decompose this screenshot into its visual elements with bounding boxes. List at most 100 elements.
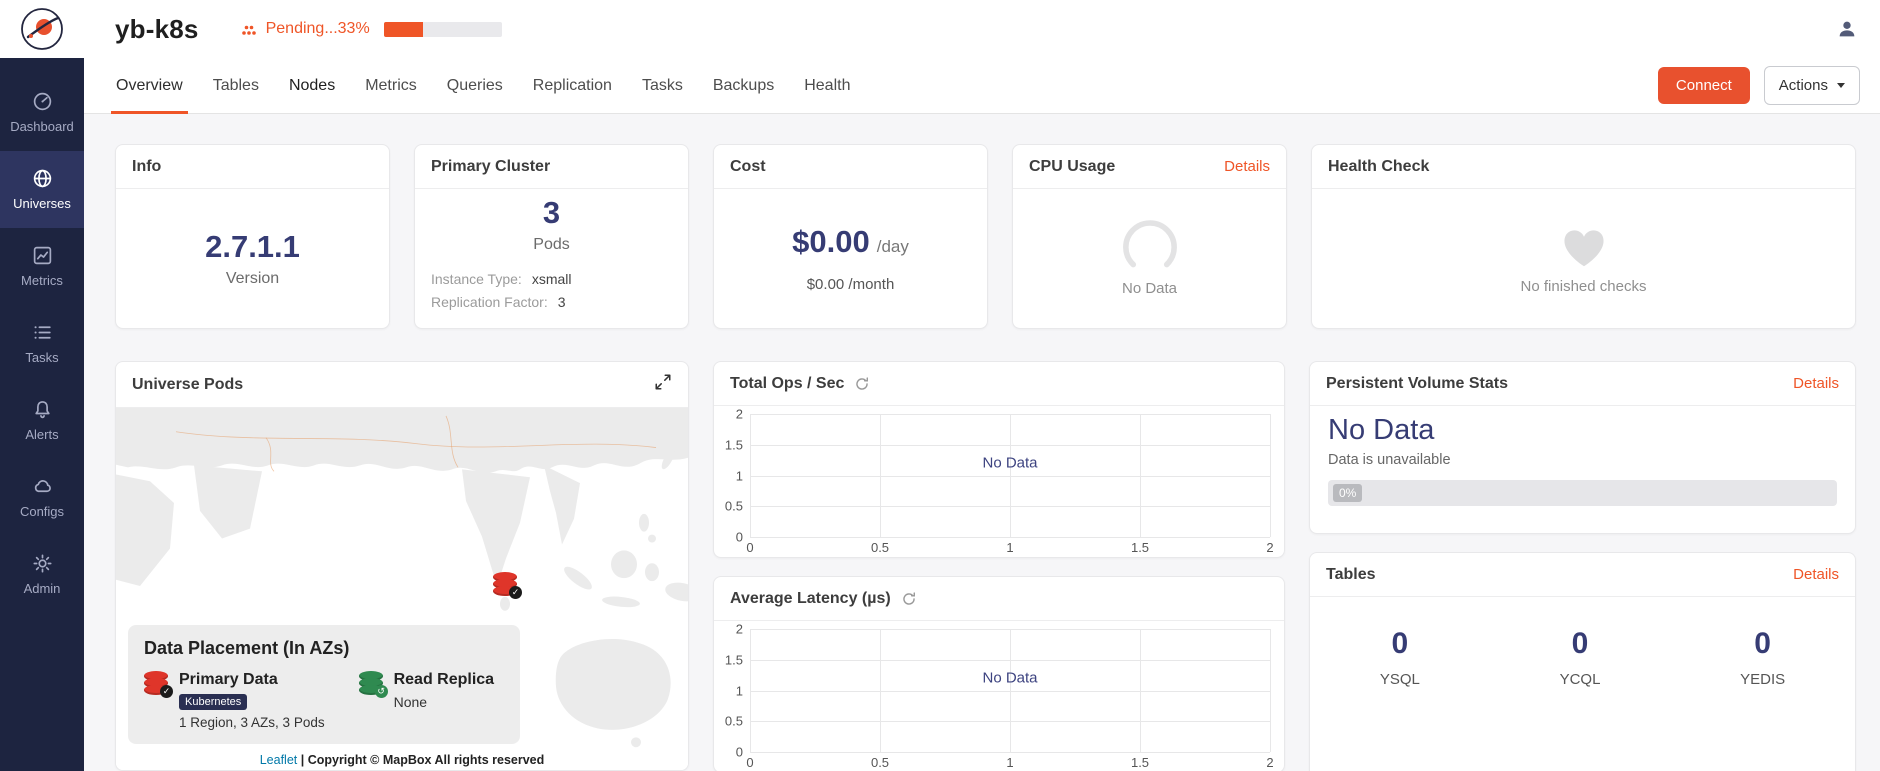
- gridline: [880, 414, 881, 537]
- card-title: Persistent Volume Stats: [1326, 375, 1508, 393]
- user-profile-icon[interactable]: [1836, 18, 1858, 40]
- gridline: [1270, 629, 1271, 752]
- gridline: [1010, 629, 1011, 752]
- pvs-progress-label: 0%: [1333, 484, 1362, 502]
- instance-type-row: Instance Type: xsmall: [431, 271, 672, 287]
- sidebar-item-alerts[interactable]: Alerts: [0, 382, 84, 459]
- read-replica-db-icon: ↺: [359, 671, 383, 695]
- x-tick-label: 0: [746, 540, 753, 555]
- tables-card: Tables Details 0 YSQL 0 YCQL 0: [1309, 552, 1856, 771]
- universe-tabbar: Overview Tables Nodes Metrics Queries Re…: [84, 58, 1880, 114]
- gridline: [1140, 629, 1141, 752]
- pod-map-marker[interactable]: ✓: [493, 572, 517, 596]
- tables-details-link[interactable]: Details: [1793, 566, 1839, 583]
- tab-overview[interactable]: Overview: [101, 58, 198, 113]
- ycql-count: 0: [1572, 627, 1589, 661]
- y-tick-label: 1: [736, 683, 743, 698]
- y-tick-label: 1.5: [725, 652, 743, 667]
- card-title: Primary Cluster: [431, 158, 550, 176]
- persistent-volume-stats-card: Persistent Volume Stats Details No Data …: [1309, 361, 1856, 534]
- sidebar-item-label: Alerts: [25, 427, 58, 442]
- metrics-icon: [32, 245, 53, 266]
- pvs-no-data-value: No Data: [1328, 414, 1837, 447]
- app-logo[interactable]: [0, 0, 84, 58]
- replication-factor-row: Replication Factor: 3: [431, 294, 672, 310]
- check-badge-icon: ✓: [160, 685, 173, 698]
- pods-label: Pods: [533, 236, 569, 254]
- refresh-icon[interactable]: [854, 376, 870, 392]
- pending-task-indicator[interactable]: Pending...33%: [241, 20, 502, 38]
- primary-data-label: Primary Data: [179, 671, 325, 689]
- cost-per-month: $0.00 /month: [807, 276, 895, 293]
- sidebar-item-tasks[interactable]: Tasks: [0, 305, 84, 382]
- cost-card: Cost $0.00 /day $0.00 /month: [713, 144, 988, 329]
- tab-backups[interactable]: Backups: [698, 58, 789, 113]
- main-area: yb-k8s Pending...33% Overview Tables Nod…: [84, 0, 1880, 771]
- expand-icon[interactable]: [654, 373, 672, 391]
- total-ops-card: Total Ops / Sec 00.511.52 No Data 00.511…: [713, 361, 1285, 558]
- chart-no-data-label: No Data: [982, 455, 1037, 472]
- overview-content: Info 2.7.1.1 Version Primary Cluster 3 P…: [84, 114, 1880, 771]
- x-tick-label: 0.5: [871, 540, 889, 555]
- y-tick-label: 0: [736, 530, 743, 545]
- connect-button[interactable]: Connect: [1658, 67, 1750, 104]
- sidebar-nav: Dashboard Universes Metrics Tasks A: [0, 58, 84, 613]
- refresh-icon[interactable]: [901, 591, 917, 607]
- average-latency-card: Average Latency (µs) 00.511.52 No Data 0…: [713, 576, 1285, 771]
- x-tick-label: 1: [1006, 755, 1013, 770]
- version-value: 2.7.1.1: [205, 229, 300, 265]
- pending-label: Pending...33%: [266, 20, 370, 38]
- topbar: yb-k8s Pending...33%: [84, 0, 1880, 58]
- sidebar-item-configs[interactable]: Configs: [0, 459, 84, 536]
- gridline: [1270, 414, 1271, 537]
- replica-badge-icon: ↺: [375, 685, 388, 698]
- ysql-label: YSQL: [1380, 671, 1420, 688]
- yugabyte-logo-icon: [20, 7, 64, 51]
- pods-count: 3: [543, 195, 560, 231]
- ycql-stat: 0 YCQL: [1560, 627, 1601, 771]
- primary-data-db-icon: ✓: [493, 572, 517, 596]
- gridline: [750, 414, 751, 537]
- sidebar-item-label: Universes: [13, 196, 71, 211]
- heart-icon: [1557, 222, 1611, 270]
- map-attribution: Leaflet | Copyright © MapBox All rights …: [116, 753, 688, 767]
- actions-dropdown-button[interactable]: Actions: [1764, 66, 1860, 105]
- cpu-usage-card: CPU Usage Details No Data: [1012, 144, 1287, 329]
- leaflet-link[interactable]: Leaflet: [260, 753, 298, 767]
- y-tick-label: 0.5: [725, 714, 743, 729]
- yedis-stat: 0 YEDIS: [1740, 627, 1785, 771]
- version-label: Version: [226, 270, 279, 288]
- tab-metrics[interactable]: Metrics: [350, 58, 432, 113]
- sidebar-item-metrics[interactable]: Metrics: [0, 228, 84, 305]
- sidebar-item-universes[interactable]: Universes: [0, 151, 84, 228]
- world-map[interactable]: ✓ Data Placement (In AZs) ✓: [116, 408, 688, 770]
- tab-replication[interactable]: Replication: [518, 58, 627, 113]
- x-tick-label: 0: [746, 755, 753, 770]
- tab-health[interactable]: Health: [789, 58, 865, 113]
- cost-per-day-value: $0.00: [792, 224, 870, 260]
- pending-dots-icon: [241, 22, 258, 37]
- tab-nodes[interactable]: Nodes: [274, 58, 350, 113]
- y-tick-label: 2: [736, 622, 743, 637]
- sidebar-item-admin[interactable]: Admin: [0, 536, 84, 613]
- ysql-stat: 0 YSQL: [1380, 627, 1420, 771]
- sidebar-item-dashboard[interactable]: Dashboard: [0, 74, 84, 151]
- card-title: CPU Usage: [1029, 158, 1115, 176]
- dashboard-icon: [32, 91, 53, 112]
- read-replica-item: ↺ Read Replica None: [359, 671, 494, 730]
- sidebar-item-label: Metrics: [21, 273, 63, 288]
- tab-queries[interactable]: Queries: [432, 58, 518, 113]
- sidebar-item-label: Admin: [24, 581, 61, 596]
- chevron-down-icon: [1837, 83, 1845, 88]
- gridline: [750, 629, 751, 752]
- gridline: [880, 629, 881, 752]
- x-tick-label: 0.5: [871, 755, 889, 770]
- tab-tables[interactable]: Tables: [198, 58, 274, 113]
- y-tick-label: 2: [736, 407, 743, 422]
- cpu-details-link[interactable]: Details: [1224, 158, 1270, 175]
- pvs-details-link[interactable]: Details: [1793, 375, 1839, 392]
- pvs-progress-bar: 0%: [1328, 480, 1837, 506]
- tab-tasks[interactable]: Tasks: [627, 58, 698, 113]
- universe-title: yb-k8s: [115, 14, 199, 45]
- gridline: [1140, 414, 1141, 537]
